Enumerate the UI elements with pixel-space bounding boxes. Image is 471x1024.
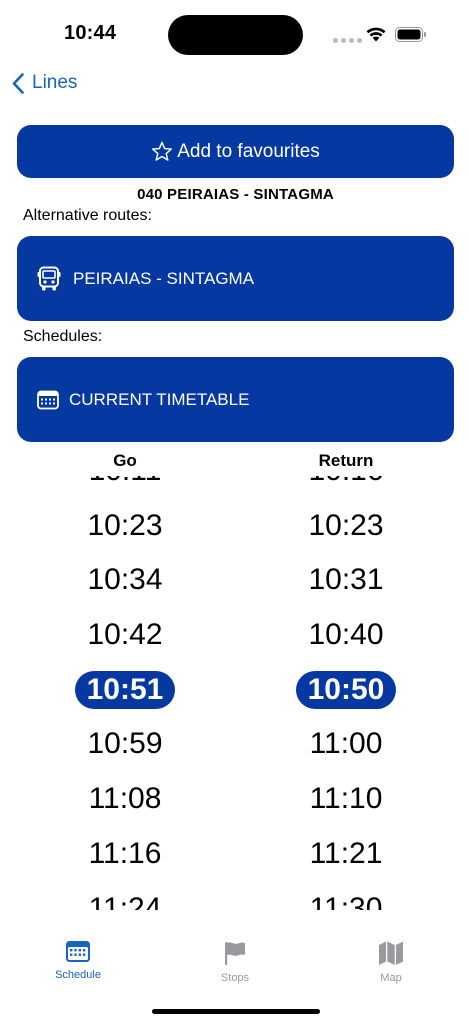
time-option-label: 11:10 — [309, 782, 383, 816]
time-option[interactable]: 10:23 — [246, 499, 446, 554]
timetable-selector[interactable]: CURRENT TIMETABLE — [17, 357, 454, 442]
time-option-label: 11:24 — [88, 891, 162, 911]
tab-map-label: Map — [380, 972, 402, 984]
chevron-left-icon — [12, 72, 24, 94]
add-to-favourites-button[interactable]: Add to favourites — [17, 125, 454, 178]
time-option[interactable]: 11:08 — [25, 772, 225, 827]
return-time-picker[interactable]: 10:16 10:23 10:31 10:40 10:50 11:00 11:10 11:21… — [246, 476, 446, 910]
route-title: 040 PEIRAIAS - SINTAGMA — [137, 186, 334, 203]
time-option-label: 10:16 — [296, 476, 395, 490]
go-time-picker[interactable]: 10:11 10:23 10:34 10:42 10:51 10:59 11:08 11:16… — [25, 476, 225, 910]
time-option-label: 10:31 — [308, 563, 384, 597]
battery-icon — [395, 27, 426, 42]
cellular-signal-icon — [333, 38, 362, 43]
alternative-route-selector[interactable]: PEIRAIAS - SINTAGMA — [17, 236, 454, 321]
tab-stops[interactable]: Stops — [180, 940, 290, 984]
time-option-label: 10:34 — [87, 563, 163, 597]
time-option[interactable]: 10:42 — [25, 608, 225, 663]
star-outline-icon — [152, 141, 173, 161]
calendar-icon — [66, 941, 90, 962]
time-option[interactable]: 10:23 — [25, 499, 225, 554]
calendar-icon — [37, 390, 59, 409]
time-option-label: 11:16 — [88, 836, 162, 870]
wifi-icon — [366, 27, 386, 42]
bus-icon — [37, 266, 61, 290]
time-option-label: 10:40 — [308, 618, 384, 652]
return-column-header: Return — [318, 451, 374, 470]
go-column-header: Go — [113, 451, 137, 470]
home-indicator — [152, 1009, 320, 1014]
tab-schedule[interactable]: Schedule — [23, 940, 133, 981]
time-option[interactable]: 10:40 — [246, 608, 446, 663]
time-option[interactable]: 11:30 — [246, 882, 446, 911]
time-option[interactable]: 10:11 — [25, 476, 225, 499]
time-option-label: 11:00 — [309, 727, 383, 761]
time-option-label: 10:50 — [295, 670, 397, 709]
time-option[interactable]: 10:34 — [25, 553, 225, 608]
time-option[interactable]: 11:10 — [246, 772, 446, 827]
time-option-label: 10:11 — [77, 476, 174, 490]
back-label: Lines — [32, 72, 78, 93]
time-option[interactable]: 10:31 — [246, 553, 446, 608]
time-option[interactable]: 10:59 — [25, 717, 225, 772]
time-option-label: 10:59 — [87, 727, 163, 761]
time-option[interactable]: 10:16 — [246, 476, 446, 499]
tab-schedule-label: Schedule — [55, 969, 101, 981]
map-icon — [379, 941, 403, 965]
status-time: 10:44 — [64, 22, 117, 44]
time-option-label: 10:23 — [87, 508, 163, 542]
time-option[interactable]: 11:16 — [25, 827, 225, 882]
time-option[interactable]: 10:51 — [25, 663, 225, 718]
tab-stops-label: Stops — [220, 972, 250, 984]
time-option-label: 11:21 — [309, 836, 383, 870]
alternative-routes-label: Alternative routes: — [23, 207, 152, 224]
alternative-route-value: PEIRAIAS - SINTAGMA — [73, 268, 255, 288]
time-option[interactable]: 10:50 — [246, 663, 446, 718]
tab-map[interactable]: Map — [336, 940, 446, 984]
time-option[interactable]: 11:21 — [246, 827, 446, 882]
time-option-label: 10:42 — [87, 618, 163, 652]
time-option-label: 11:08 — [88, 782, 162, 816]
time-option[interactable]: 11:00 — [246, 717, 446, 772]
time-option[interactable]: 11:24 — [25, 882, 225, 911]
timetable-value: CURRENT TIMETABLE — [69, 389, 250, 409]
time-option-label: 10:51 — [74, 670, 176, 709]
flag-icon — [225, 942, 245, 965]
schedules-label: Schedules: — [23, 328, 103, 345]
time-option-label: 10:23 — [308, 508, 384, 542]
add-to-favourites-label: Add to favourites — [177, 140, 320, 162]
dynamic-island — [168, 15, 303, 55]
back-button[interactable]: Lines — [12, 72, 77, 94]
time-option-label: 11:30 — [309, 891, 383, 911]
